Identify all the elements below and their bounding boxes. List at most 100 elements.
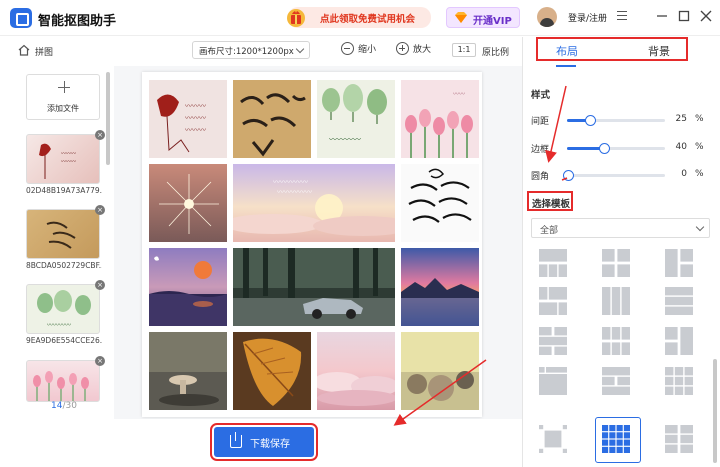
vip-button[interactable]: 开通VIP (446, 7, 520, 28)
collage-tile[interactable] (317, 332, 395, 410)
tile-image: 〰〰 (401, 80, 479, 158)
layout-template[interactable] (539, 425, 567, 453)
collage-canvas[interactable]: 〰〰〰 〰〰〰 〰〰〰 〰〰〰〰 〰〰 〰〰〰〰〰 〰〰〰〰〰 (142, 72, 482, 417)
radius-slider[interactable]: 圆角 0 % (531, 168, 711, 182)
tab-layout[interactable]: 布局 (556, 43, 578, 59)
collage-tile[interactable] (401, 164, 479, 242)
layout-template[interactable] (665, 249, 693, 277)
file-thumbnail[interactable]: 〰〰〰〰 (26, 284, 100, 334)
radius-track[interactable] (563, 170, 665, 181)
file-thumbnail[interactable] (26, 209, 100, 259)
zoom-out-button[interactable]: 缩小 (341, 42, 376, 55)
template-cell (665, 425, 678, 434)
zoom-out-icon (341, 42, 354, 55)
layout-template[interactable] (539, 367, 567, 395)
close-icon[interactable] (698, 8, 714, 24)
file-counter-current: 14 (51, 401, 63, 411)
file-thumbnail[interactable]: 〰〰〰 〰〰〰 (26, 134, 100, 184)
border-slider[interactable]: 边框 40 % (531, 141, 711, 155)
remove-file-icon[interactable]: × (95, 280, 105, 290)
layout-template[interactable] (665, 287, 693, 315)
layout-template[interactable] (602, 367, 630, 395)
layout-template[interactable] (602, 249, 630, 277)
breadcrumb[interactable]: 拼图 (35, 45, 53, 58)
collage-tile[interactable]: 〰〰〰〰〰 〰〰〰〰〰 (233, 164, 395, 242)
login-link[interactable]: 登录/注册 (568, 11, 607, 24)
original-ratio-label[interactable]: 原比例 (482, 45, 509, 58)
border-track[interactable] (567, 143, 665, 154)
collage-tile[interactable] (233, 248, 395, 326)
file-list-panel: 添加文件 〰〰〰 〰〰〰 × 02D48B19A73A779... × 8BCDA… (14, 66, 114, 419)
template-cell (544, 430, 562, 448)
template-filter-select[interactable]: 全部 (531, 218, 710, 238)
layout-template[interactable] (539, 249, 567, 277)
border-label: 边框 (531, 145, 550, 155)
template-cell (617, 376, 630, 386)
svg-text:〰〰〰〰〰: 〰〰〰〰〰 (277, 188, 312, 196)
layout-template[interactable] (665, 367, 693, 395)
collage-tile[interactable] (401, 332, 479, 410)
collage-tile[interactable] (149, 248, 227, 326)
layout-template[interactable] (539, 327, 567, 355)
collage-tile[interactable]: 〰〰〰 〰〰〰 〰〰〰 (149, 80, 227, 158)
template-cell (621, 342, 630, 355)
collage-tile[interactable] (149, 164, 227, 242)
template-cell (665, 434, 678, 444)
template-cell (680, 434, 693, 444)
svg-text:〰〰〰〰: 〰〰〰〰 (329, 135, 361, 144)
layout-template[interactable] (602, 327, 630, 355)
template-cell (602, 287, 611, 315)
collage-tile[interactable] (149, 332, 227, 410)
template-cell (665, 342, 678, 355)
zoom-in-button[interactable]: 放大 (396, 42, 431, 55)
collage-tile[interactable] (233, 80, 311, 158)
remove-file-icon[interactable]: × (95, 205, 105, 215)
collage-tile[interactable] (401, 248, 479, 326)
avatar[interactable] (537, 7, 557, 27)
diamond-icon (455, 12, 467, 23)
remove-file-icon[interactable]: × (95, 130, 105, 140)
spacing-slider[interactable]: 间距 25 % (531, 113, 711, 127)
layout-template[interactable] (665, 327, 693, 355)
ratio-button[interactable]: 1:1 (452, 43, 476, 57)
maximize-icon[interactable] (676, 8, 692, 24)
sidebar-scrollbar[interactable] (713, 359, 717, 463)
download-save-button[interactable]: 下载保存 (210, 423, 318, 461)
template-cell (539, 327, 552, 336)
tabs-highlight: 布局 背景 (536, 37, 688, 61)
spacing-handle[interactable] (585, 115, 596, 126)
thumbnail-image (46, 221, 76, 249)
add-file-button[interactable]: 添加文件 (26, 74, 100, 120)
tab-background[interactable]: 背景 (648, 43, 670, 59)
spacing-track[interactable] (567, 115, 665, 126)
radius-handle[interactable] (563, 170, 574, 181)
title-bar: 智能抠图助手 点此领取免费试用机会 开通VIP 登录/注册 (0, 0, 720, 36)
file-counter: 14/30 (14, 401, 114, 411)
template-cell (665, 306, 693, 315)
template-cell (558, 302, 567, 315)
home-icon[interactable] (18, 44, 30, 56)
template-cell (554, 346, 567, 355)
collage-tile[interactable] (233, 332, 311, 410)
layout-template[interactable] (665, 425, 693, 453)
file-thumbnail[interactable] (26, 360, 100, 402)
border-handle[interactable] (599, 143, 610, 154)
remove-file-icon[interactable]: × (95, 356, 105, 366)
svg-text:〰〰: 〰〰 (453, 91, 465, 98)
gift-icon (287, 9, 305, 27)
file-list-scrollbar[interactable] (106, 72, 110, 165)
collage-tile[interactable]: 〰〰〰〰 (317, 80, 395, 158)
promo-banner[interactable]: 点此领取免费试用机会 (287, 7, 431, 28)
template-cell (539, 346, 552, 355)
layout-template[interactable] (602, 287, 630, 315)
layout-template[interactable] (539, 287, 567, 315)
zoom-in-icon (396, 42, 409, 55)
tile-image (401, 332, 479, 410)
canvas-size-select[interactable]: 画布尺寸:1200*1200px (192, 41, 310, 59)
minimize-icon[interactable] (654, 8, 670, 24)
collage-tile[interactable]: 〰〰 (401, 80, 479, 158)
menu-icon[interactable] (617, 11, 627, 20)
template-cell (539, 302, 558, 315)
app-logo-icon (10, 8, 32, 28)
radius-value: 0 (681, 169, 687, 179)
